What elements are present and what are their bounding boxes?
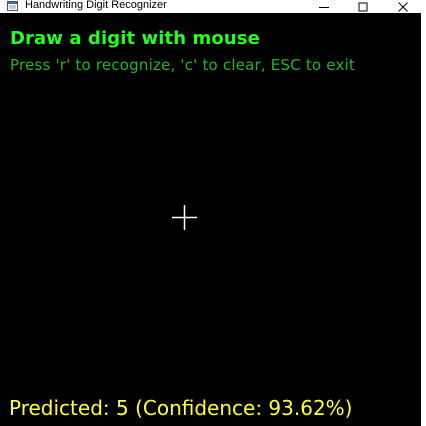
app-window: Handwriting Digit Recognizer Draw a digi… — [0, 0, 426, 426]
window-title: Handwriting Digit Recognizer — [25, 0, 167, 11]
close-icon — [398, 1, 408, 12]
prediction-result: Predicted: 5 (Confidence: 93.62%) — [9, 396, 353, 420]
title-bar[interactable]: Handwriting Digit Recognizer — [0, 0, 426, 13]
drawing-canvas[interactable]: Draw a digit with mouse Press 'r' to rec… — [0, 13, 426, 426]
instructions-text: Press 'r' to recognize, 'c' to clear, ES… — [10, 56, 355, 74]
crosshair-cursor-icon — [172, 205, 197, 230]
canvas-heading: Draw a digit with mouse — [10, 28, 260, 49]
maximize-button[interactable] — [343, 0, 383, 13]
minimize-icon — [319, 6, 329, 8]
minimize-button[interactable] — [304, 0, 344, 13]
window-border — [421, 13, 426, 426]
app-window-icon — [7, 1, 18, 11]
close-button[interactable] — [383, 0, 423, 13]
maximize-icon — [358, 2, 368, 11]
